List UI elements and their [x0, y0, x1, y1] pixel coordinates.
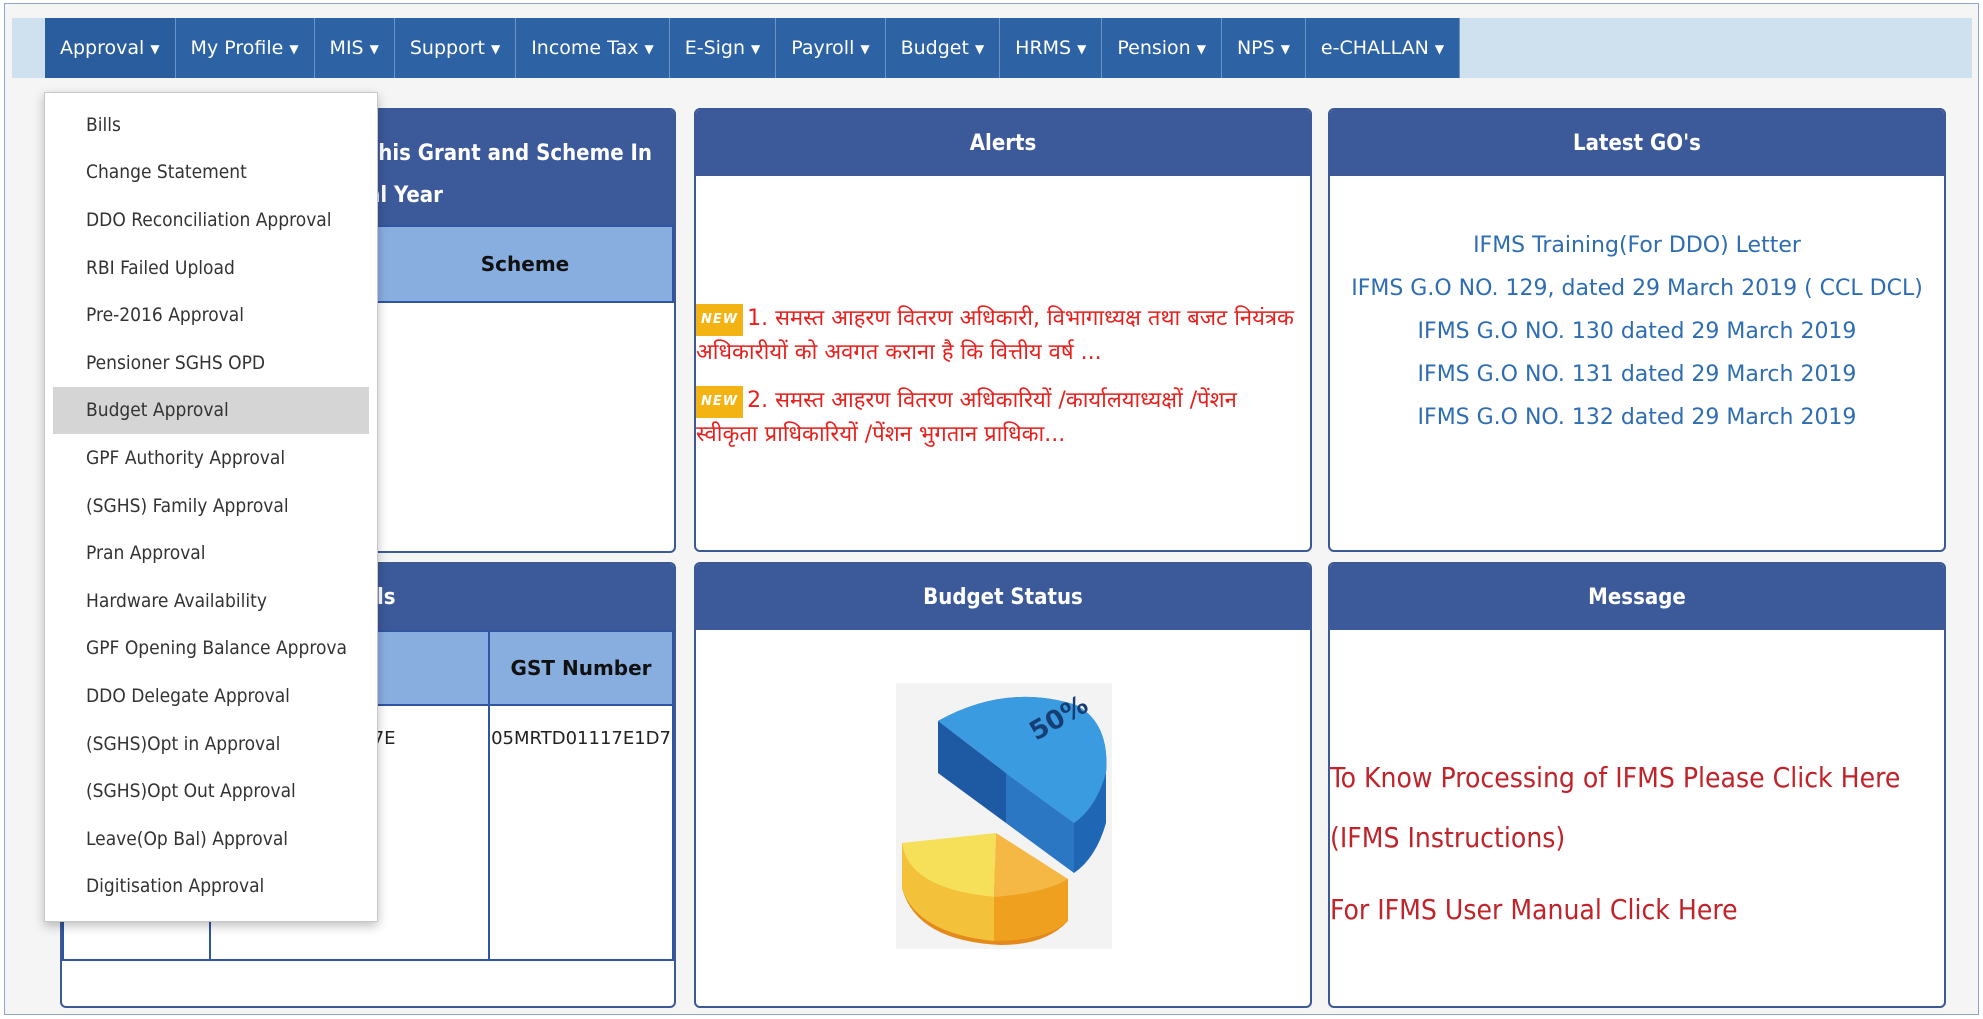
nav-income-tax[interactable]: Income Tax ▼ [516, 18, 670, 78]
nav-payroll[interactable]: Payroll ▼ [776, 18, 886, 78]
caret-down-icon: ▼ [150, 42, 160, 56]
budget-pie-chart: 50% [896, 683, 1112, 949]
nav-hrms[interactable]: HRMS ▼ [1000, 18, 1103, 78]
menu-item-gpf-authority-approval[interactable]: GPF Authority Approval [45, 434, 377, 482]
gst-number-header: GST Number [488, 630, 674, 706]
caret-down-icon: ▼ [974, 42, 985, 56]
go-link[interactable]: IFMS G.O NO. 130 dated 29 March 2019 [1330, 319, 1944, 344]
alert-text: 2. समस्त आहरण वितरण अधिकारियों /कार्यालय… [696, 388, 1237, 447]
message-header: Message [1330, 564, 1944, 630]
nav-label: HRMS [1015, 37, 1072, 59]
go-link[interactable]: IFMS G.O NO. 131 dated 29 March 2019 [1330, 362, 1944, 387]
budget-status-panel: Budget Status 50% [694, 562, 1312, 1008]
menu-item-hardware-availability[interactable]: Hardware Availability [45, 577, 377, 625]
alert-text: 1. समस्त आहरण वितरण अधिकारी, विभागाध्यक्… [696, 306, 1294, 365]
nav-support[interactable]: Support ▼ [395, 18, 517, 78]
latest-gos-title: Latest GO's [1573, 130, 1701, 156]
nav-pension[interactable]: Pension ▼ [1102, 18, 1222, 78]
menu-item-budget-approval[interactable]: Budget Approval [53, 386, 369, 435]
go-link[interactable]: IFMS G.O NO. 132 dated 29 March 2019 [1330, 405, 1944, 430]
nav-approval[interactable]: Approval ▼ [45, 18, 176, 78]
caret-down-icon: ▼ [490, 42, 501, 56]
main-nav: Approval ▼ My Profile ▼ MIS ▼ Support ▼ Inco… [45, 18, 1461, 78]
scheme-col-header: Scheme [376, 225, 674, 303]
nav-label: e-CHALLAN [1320, 37, 1429, 59]
ifms-instructions-link[interactable]: To Know Processing of IFMS Please Click … [1330, 748, 1904, 868]
menu-item-bills[interactable]: Bills [45, 101, 377, 149]
budget-status-title: Budget Status [923, 584, 1083, 610]
nav-label: Payroll [791, 37, 855, 59]
nav-label: Support [409, 37, 485, 59]
nav-label: My Profile [190, 37, 284, 59]
nav-e-challan[interactable]: e-CHALLAN ▼ [1306, 18, 1461, 78]
ifms-user-manual-link[interactable]: For IFMS User Manual Click Here [1330, 880, 1904, 940]
menu-item-sghs-family-approval[interactable]: (SGHS) Family Approval [45, 482, 377, 530]
alerts-body: NEW 1. समस्त आहरण वितरण अधिकारी, विभागाध्… [696, 176, 1310, 450]
nav-label: Pension [1117, 37, 1191, 59]
approval-dropdown-menu: Bills Change Statement DDO Reconciliatio… [44, 92, 378, 922]
caret-down-icon: ▼ [1434, 42, 1445, 56]
nav-my-profile[interactable]: My Profile ▼ [176, 18, 315, 78]
grant-scheme-title: his Grant and Scheme In [378, 141, 652, 166]
caret-down-icon: ▼ [369, 42, 379, 56]
menu-item-sghs-opt-out-approval[interactable]: (SGHS)Opt Out Approval [45, 767, 377, 815]
nav-label: Income Tax [531, 37, 639, 59]
grant-scheme-title-2: al Year [367, 183, 443, 208]
message-panel: Message To Know Processing of IFMS Pleas… [1328, 562, 1946, 1008]
menu-item-leave-op-bal-approval[interactable]: Leave(Op Bal) Approval [45, 815, 377, 863]
latest-gos-header: Latest GO's [1330, 110, 1944, 176]
go-link[interactable]: IFMS G.O NO. 129, dated 29 March 2019 ( … [1330, 276, 1944, 301]
latest-gos-body: IFMS Training(For DDO) Letter IFMS G.O N… [1330, 176, 1944, 458]
go-link[interactable]: IFMS Training(For DDO) Letter [1330, 233, 1944, 258]
gst-number-value: 05MRTD01117E1D7 [488, 704, 674, 961]
alerts-title: Alerts [969, 130, 1037, 156]
caret-down-icon: ▼ [1077, 42, 1087, 56]
nav-label: Budget [900, 37, 969, 59]
menu-item-pran-approval[interactable]: Pran Approval [45, 529, 377, 577]
nav-budget[interactable]: Budget ▼ [886, 18, 1001, 78]
nav-label: E-Sign [684, 37, 746, 59]
menu-item-change-statement[interactable]: Change Statement [45, 149, 377, 197]
latest-gos-panel: Latest GO's IFMS Training(For DDO) Lette… [1328, 108, 1946, 552]
caret-down-icon: ▼ [1196, 42, 1206, 56]
budget-status-header: Budget Status [696, 564, 1310, 630]
alert-item[interactable]: NEW 2. समस्त आहरण वितरण अधिकारियों /कार्य… [696, 386, 1298, 450]
caret-down-icon: ▼ [751, 42, 761, 56]
nav-mis[interactable]: MIS ▼ [315, 18, 395, 78]
top-navbar: Approval ▼ My Profile ▼ MIS ▼ Support ▼ Inco… [12, 18, 1972, 78]
nav-label: Approval [60, 37, 145, 59]
alert-item[interactable]: NEW 1. समस्त आहरण वितरण अधिकारी, विभागाध्… [696, 304, 1298, 368]
menu-item-pre-2016-approval[interactable]: Pre-2016 Approval [45, 291, 377, 339]
caret-down-icon: ▼ [1280, 42, 1290, 56]
new-badge: NEW [696, 304, 744, 336]
menu-item-rbi-failed-upload[interactable]: RBI Failed Upload [45, 244, 377, 292]
menu-item-ddo-delegate-approval[interactable]: DDO Delegate Approval [45, 672, 377, 720]
alerts-header: Alerts [696, 110, 1310, 176]
caret-down-icon: ▼ [289, 42, 299, 56]
menu-item-pensioner-sghs-opd[interactable]: Pensioner SGHS OPD [45, 339, 377, 387]
caret-down-icon: ▼ [644, 42, 654, 56]
nav-label: MIS [329, 37, 364, 59]
caret-down-icon: ▼ [860, 42, 870, 56]
alerts-panel: Alerts NEW 1. समस्त आहरण वितरण अधिकारी, व… [694, 108, 1312, 552]
menu-item-digitisation-approval[interactable]: Digitisation Approval [45, 863, 377, 911]
nav-label: NPS [1236, 37, 1275, 59]
menu-item-ddo-reconciliation-approval[interactable]: DDO Reconciliation Approval [45, 196, 377, 244]
message-title: Message [1588, 584, 1686, 610]
menu-item-gpf-opening-balance-approval[interactable]: GPF Opening Balance Approva [45, 625, 377, 673]
nav-e-sign[interactable]: E-Sign ▼ [670, 18, 777, 78]
nav-nps[interactable]: NPS ▼ [1222, 18, 1306, 78]
message-body: To Know Processing of IFMS Please Click … [1330, 630, 1944, 940]
menu-item-sghs-opt-in-approval[interactable]: (SGHS)Opt in Approval [45, 720, 377, 768]
new-badge: NEW [696, 386, 744, 418]
